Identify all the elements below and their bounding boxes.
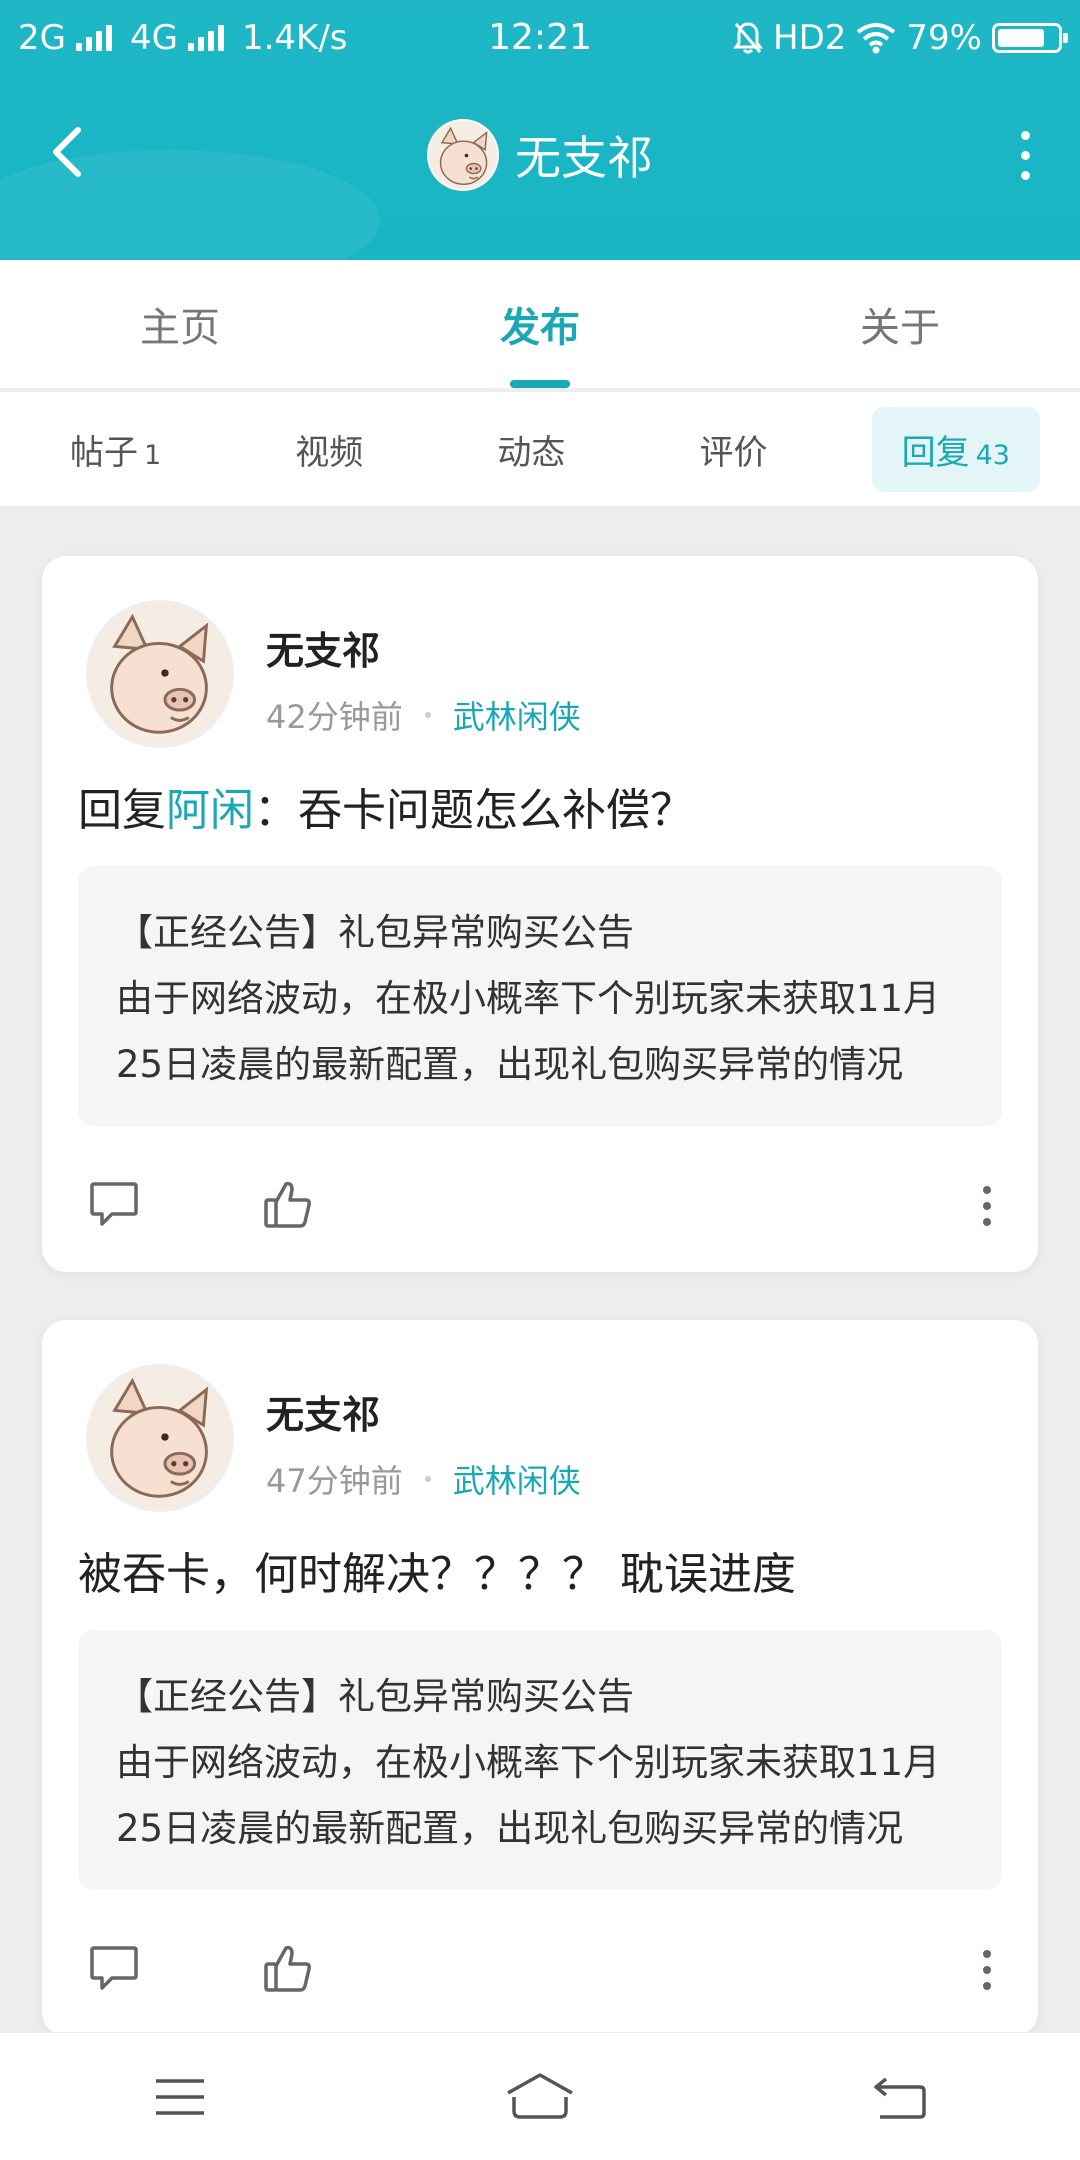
subtab-count: 43 [975,439,1010,471]
tab-home[interactable]: 主页 [0,260,360,388]
comment-icon [90,1946,138,1990]
active-tab-indicator [510,380,570,388]
mute-bell-icon [733,21,764,53]
author-name[interactable]: 无支祁 [266,1384,380,1439]
subtab-label: 视频 [295,432,364,473]
status-right: HD2 79% [733,17,1068,58]
quoted-post[interactable]: 【正经公告】礼包异常购买公告 由于网络波动，在极小概率下个别玩家未获取11月25… [78,1630,1002,1890]
signal-icon [75,24,112,51]
subtab-label: 回复 [901,432,970,473]
user-level: 武林闲侠 [452,698,581,736]
reply-prefix: 回复 [78,785,166,836]
pig-avatar-icon [88,602,232,746]
subtab-videos[interactable]: 视频 [265,407,393,492]
reply-card[interactable]: 无支祁 42分钟前 武林闲侠 回复阿闲：吞卡问题怎么补偿？ 【正经公告】礼包异常… [42,556,1038,1272]
page-title: 无支祁 [515,131,653,185]
reply-card[interactable]: 无支祁 47分钟前 武林闲侠 被吞卡，何时解决？？？？ 耽误进度 【正经公告】礼… [42,1320,1038,2036]
post-meta: 47分钟前 武林闲侠 [266,1456,581,1502]
network-label-4g: 4G [129,17,178,58]
quoted-post-excerpt: 由于网络波动，在极小概率下个别玩家未获取11月25日凌晨的最新配置，出现礼包购买… [116,1741,941,1850]
battery-icon [992,22,1068,53]
tab-label: 发布 [500,305,580,351]
comment-button[interactable] [86,1940,146,2000]
more-dot-icon [983,1186,991,1194]
card-actions [78,1166,1002,1246]
chevron-left-icon [53,127,81,177]
more-dot-icon [1020,150,1030,160]
card-more-button[interactable] [972,1940,1002,2000]
subtab-label: 帖子 [70,432,138,473]
network-label-2g: 2G [18,17,66,58]
card-actions [78,1930,1002,2010]
thumbs-up-icon [264,1181,311,1228]
mention-link[interactable]: 阿闲 [166,785,254,836]
sub-tab-bar: 帖子 1 视频 动态 评价 回复 43 [0,392,1080,506]
reply-text: 回复阿闲：吞卡问题怎么补偿？ [78,774,694,838]
avatar [427,119,499,191]
title-bar: 无支祁 [0,90,1080,220]
network-speed: 1.4K/s [241,17,348,58]
status-left: 2G 4G 1.4K/s [18,18,348,58]
home-icon [507,2072,573,2119]
more-dot-icon [983,1950,991,1958]
quoted-post-excerpt: 由于网络波动，在极小概率下个别玩家未获取11月25日凌晨的最新配置，出现礼包购买… [116,977,941,1086]
quoted-post-title: 【正经公告】礼包异常购买公告 [116,911,634,954]
main-tab-bar: 主页 发布 关于 [0,260,1080,390]
separator-dot [424,1476,431,1482]
back-nav-button[interactable] [840,2047,960,2147]
pig-avatar-icon [88,1366,232,1510]
pig-avatar-icon [429,121,497,189]
user-level: 武林闲侠 [452,1462,581,1500]
avatar[interactable] [86,1364,234,1512]
more-dot-icon [983,1202,991,1210]
post-meta: 42分钟前 武林闲侠 [266,692,581,738]
more-dot-icon [983,1982,991,1990]
subtab-count: 1 [144,439,162,471]
thumbs-up-icon [264,1945,311,1992]
like-button[interactable] [260,1940,320,2000]
card-more-button[interactable] [972,1176,1002,1236]
tab-label: 主页 [140,305,220,351]
comment-icon [90,1182,138,1226]
back-button[interactable] [40,122,100,182]
post-time: 47分钟前 [266,1462,403,1500]
separator-dot [424,712,431,718]
subtab-threads[interactable]: 帖子 1 [40,407,191,492]
subtab-replies[interactable]: 回复 43 [871,406,1040,492]
tab-label: 关于 [860,305,940,351]
quoted-post[interactable]: 【正经公告】礼包异常购买公告 由于网络波动，在极小概率下个别玩家未获取11月25… [78,866,1002,1126]
more-dot-icon [983,1966,991,1974]
like-button[interactable] [260,1176,320,1236]
subtab-label: 评价 [699,432,768,473]
quoted-post-title: 【正经公告】礼包异常购买公告 [116,1675,634,1718]
more-options-button[interactable] [1000,120,1050,190]
signal-icon [187,24,224,51]
reply-body: ：吞卡问题怎么补偿？ [254,785,694,836]
battery-fill [998,28,1044,47]
comment-button[interactable] [86,1176,146,1236]
profile-title: 无支祁 [427,119,653,191]
home-button[interactable] [480,2047,600,2147]
status-bar: 2G 4G 1.4K/s 12:21 HD2 79% [0,0,1080,75]
subtab-activity[interactable]: 动态 [467,407,595,492]
return-arrow-icon [874,2077,926,2119]
menu-icon [156,2078,204,2115]
avatar[interactable] [86,600,234,748]
subtab-reviews[interactable]: 评价 [670,407,798,492]
reply-text: 被吞卡，何时解决？？？？ 耽误进度 [78,1549,796,1600]
more-dot-icon [1020,170,1030,180]
more-dot-icon [983,1218,991,1226]
tab-posts[interactable]: 发布 [360,260,720,388]
tab-about[interactable]: 关于 [720,260,1080,388]
system-nav-bar [0,2032,1080,2160]
wifi-icon [857,22,896,53]
hd-label: HD2 [773,17,847,58]
menu-button[interactable] [120,2047,240,2147]
battery-percent: 79% [906,17,982,58]
post-time: 42分钟前 [266,698,403,736]
app-header: 2G 4G 1.4K/s 12:21 HD2 79% 无支祁 [0,0,1080,260]
more-dot-icon [1020,130,1030,140]
author-name[interactable]: 无支祁 [266,620,380,675]
subtab-label: 动态 [497,432,566,473]
